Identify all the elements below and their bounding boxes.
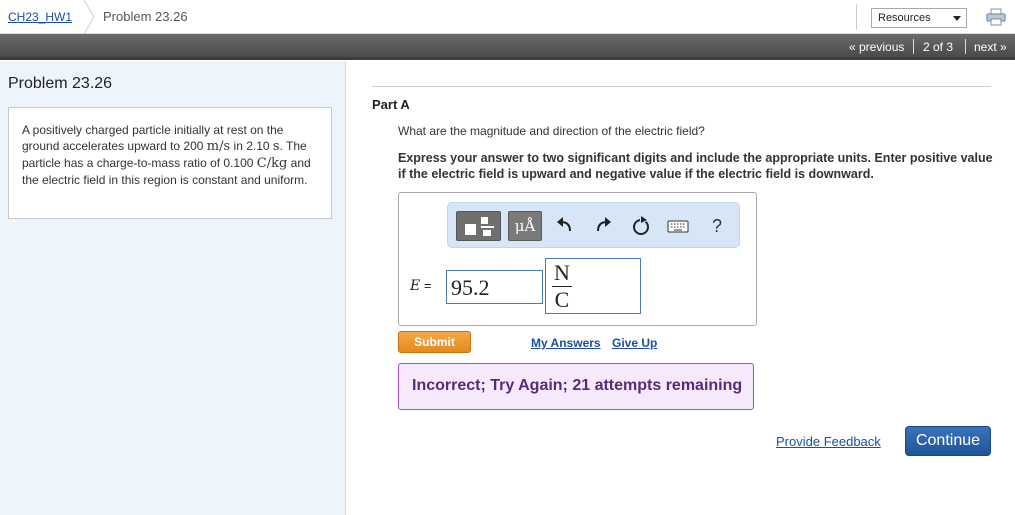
unit-numerator: N [554, 260, 570, 285]
unit-denominator: C [554, 287, 570, 312]
give-up-link[interactable]: Give Up [612, 336, 657, 350]
provide-feedback-link[interactable]: Provide Feedback [776, 434, 881, 449]
value-input[interactable]: 95.2 [446, 270, 543, 304]
problem-nav-bar: « previous 2 of 3 next » [0, 34, 1015, 60]
top-bar: CH23_HW1 Problem 23.26 Resources [0, 0, 1015, 34]
submit-button[interactable]: Submit [398, 331, 471, 353]
part-label: Part A [372, 97, 410, 112]
nav-divider [913, 39, 914, 54]
units-icon[interactable]: μÅ [508, 211, 542, 241]
resources-dropdown[interactable]: Resources [871, 8, 967, 28]
question-text: What are the magnitude and direction of … [398, 124, 705, 138]
problem-statement: A positively charged particle initially … [8, 107, 332, 219]
feedback-message: Incorrect; Try Again; 21 attempts remain… [398, 363, 754, 410]
breadcrumb-separator-icon [83, 0, 95, 34]
problem-panel: Problem 23.26 A positively charged parti… [0, 61, 346, 515]
unit-text: C/kg [256, 156, 288, 171]
equals-sign: = [420, 278, 432, 293]
nav-divider [965, 39, 966, 54]
resources-label: Resources [878, 12, 931, 24]
math-toolbar: μÅ ? [447, 202, 740, 248]
help-icon[interactable]: ? [706, 211, 728, 241]
problem-text: in 2.10 [230, 139, 273, 153]
breadcrumb-current: Problem 23.26 [103, 9, 188, 24]
breadcrumb-assignment-link[interactable]: CH23_HW1 [8, 10, 72, 24]
variable-symbol: E [410, 278, 421, 294]
problem-title: Problem 23.26 [8, 75, 113, 92]
instruction-text: Express your answer to two significant d… [398, 151, 993, 181]
continue-button[interactable]: Continue [905, 426, 991, 456]
reset-icon[interactable] [630, 211, 652, 241]
problem-position: 2 of 3 [923, 40, 954, 54]
unit-text: m/s [206, 139, 231, 154]
next-link[interactable]: next » [974, 40, 1007, 54]
undo-icon[interactable] [554, 211, 576, 241]
chevron-down-icon [953, 16, 961, 21]
redo-icon[interactable] [592, 211, 614, 241]
previous-link[interactable]: « previous [849, 40, 904, 54]
unit-fraction: N C [552, 261, 572, 312]
printer-icon[interactable] [986, 8, 1006, 26]
my-answers-link[interactable]: My Answers [531, 336, 601, 350]
unit-text: s [272, 139, 280, 154]
templates-icon[interactable] [456, 211, 501, 241]
keyboard-icon[interactable] [667, 211, 689, 241]
variable-label: E = [410, 278, 431, 294]
toolbar-divider [856, 4, 857, 30]
units-input[interactable]: N C [545, 258, 641, 314]
section-divider [372, 86, 991, 87]
